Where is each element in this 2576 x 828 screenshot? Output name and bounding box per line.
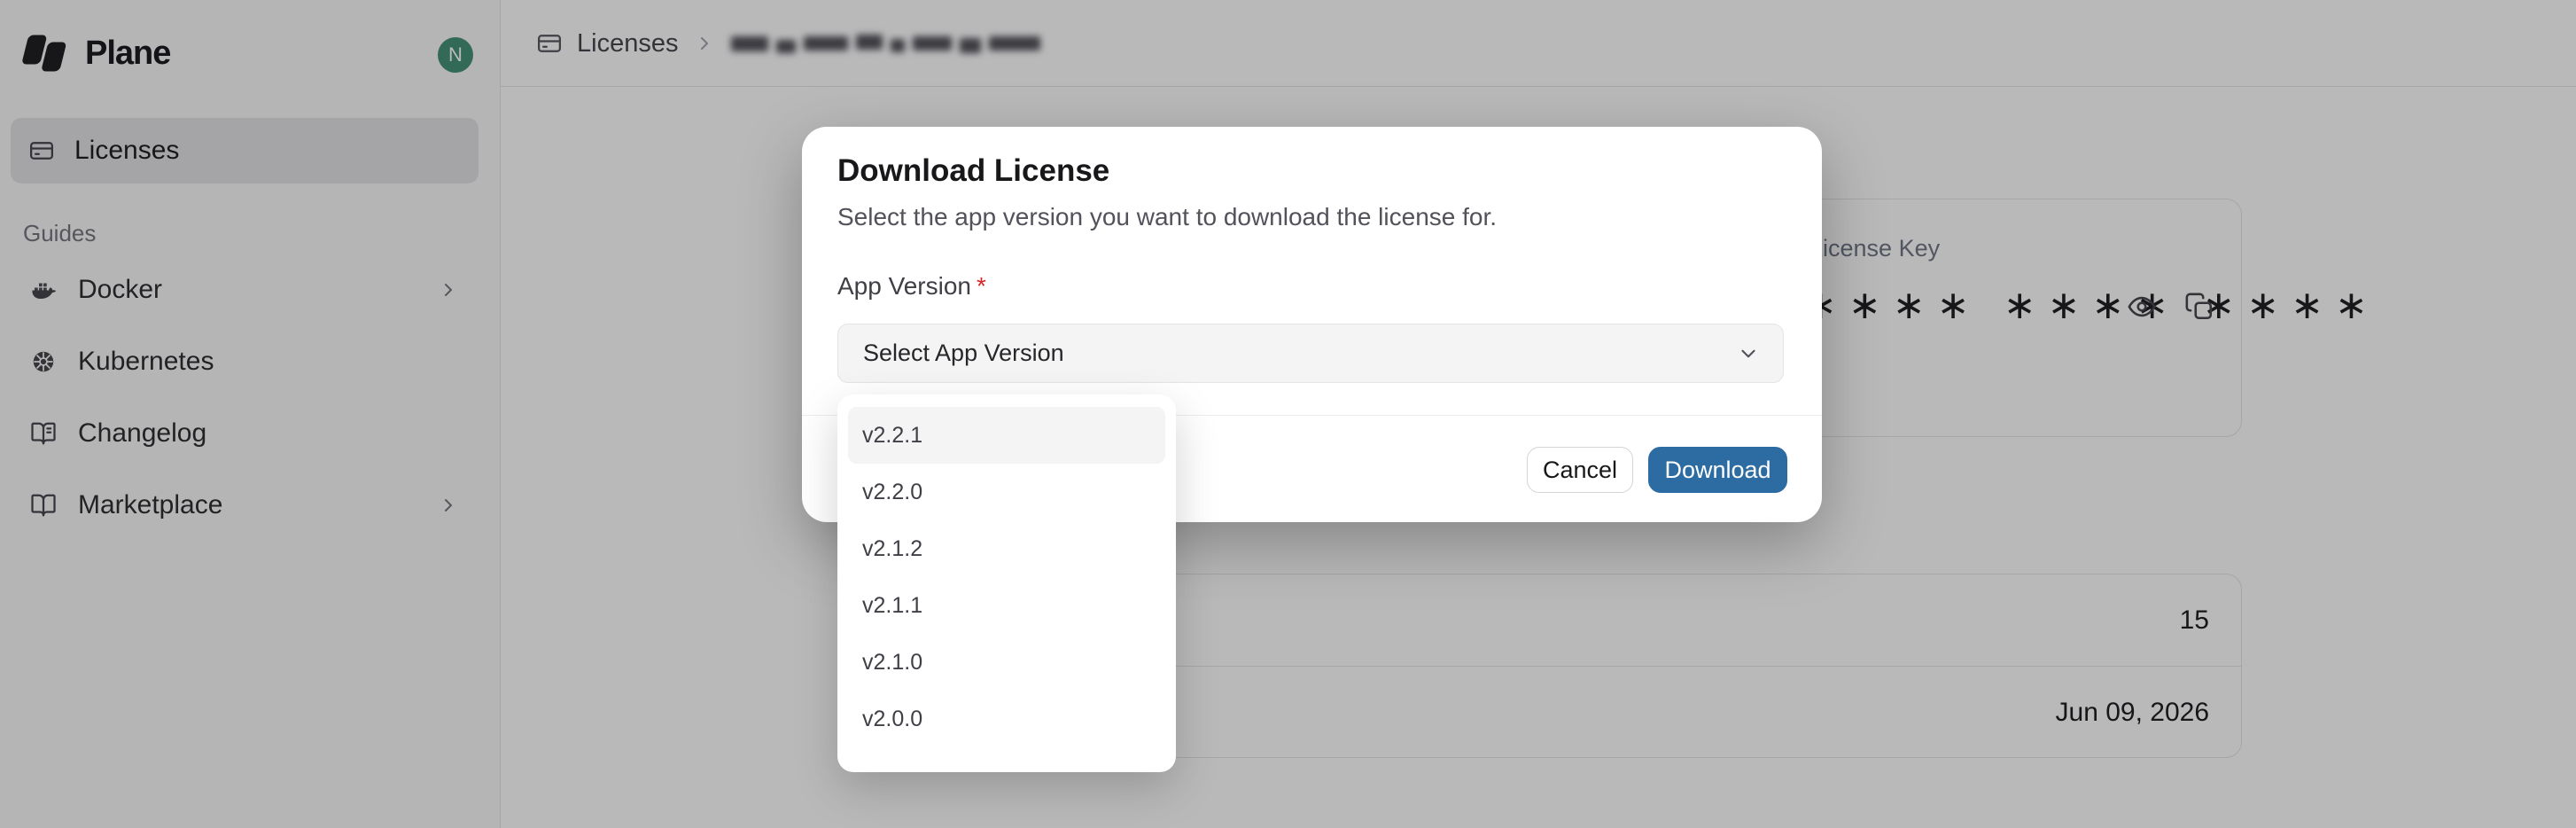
app-version-select[interactable]: Select App Version	[837, 324, 1784, 383]
chevron-down-icon	[1737, 342, 1760, 365]
dropdown-option[interactable]: v2.1.0	[848, 634, 1165, 691]
app-version-field-label: App Version*	[837, 272, 986, 301]
app-version-dropdown: v2.2.1 v2.2.0 v2.1.2 v2.1.1 v2.1.0 v2.0.…	[837, 394, 1176, 772]
dropdown-option[interactable]: v2.1.1	[848, 577, 1165, 634]
dropdown-option[interactable]: v2.0.0	[848, 691, 1165, 747]
modal-title: Download License	[837, 153, 1109, 189]
dropdown-option[interactable]: v2.2.1	[848, 407, 1165, 464]
select-placeholder: Select App Version	[863, 340, 1064, 367]
modal-subtitle: Select the app version you want to downl…	[837, 203, 1497, 231]
dropdown-option[interactable]: v2.1.2	[848, 520, 1165, 577]
dropdown-option[interactable]: v2.2.0	[848, 464, 1165, 520]
cancel-button[interactable]: Cancel	[1527, 447, 1633, 493]
required-asterisk: *	[977, 272, 986, 300]
download-button[interactable]: Download	[1648, 447, 1787, 493]
